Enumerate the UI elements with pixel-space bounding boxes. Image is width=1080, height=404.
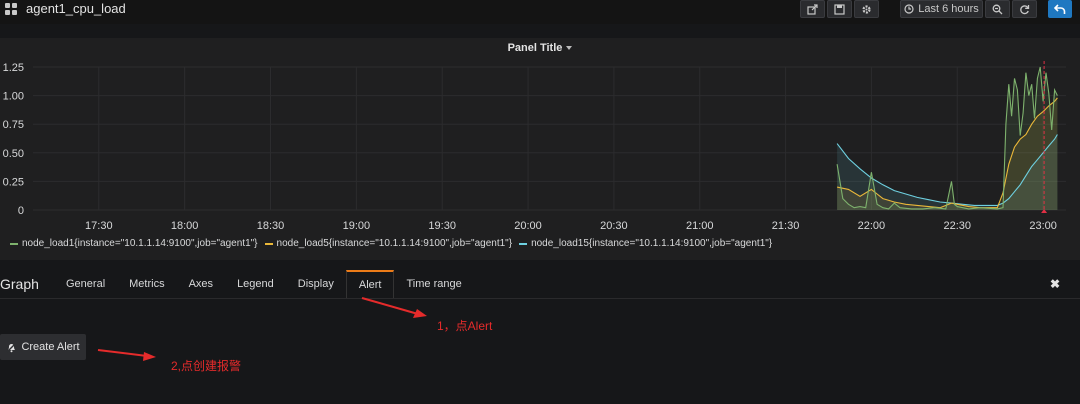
legend-swatch: [519, 242, 528, 245]
y-tick-label: 1.00: [3, 91, 24, 103]
dashboard-grid-icon[interactable]: [5, 3, 18, 16]
clock-icon: [904, 4, 914, 14]
legend-label: node_load15{instance="10.1.1.14:9100",jo…: [531, 238, 773, 249]
legend-item[interactable]: node_load1{instance="10.1.1.14:9100",job…: [10, 238, 258, 249]
editor-tabs: General Metrics Axes Legend Display Alert Time…: [54, 270, 474, 299]
create-alert-button[interactable]: Create Alert: [0, 334, 86, 360]
tab-metrics[interactable]: Metrics: [117, 270, 176, 299]
settings-button[interactable]: [854, 0, 879, 18]
y-tick-label: 0.50: [3, 148, 24, 160]
legend-swatch: [10, 242, 18, 245]
x-tick-label: 23:00: [1029, 220, 1057, 232]
time-range-label: Last 6 hours: [918, 3, 979, 15]
annotation-arrowhead-1: [413, 309, 427, 318]
x-tick-label: 18:00: [171, 220, 199, 232]
bell-icon: [6, 342, 17, 352]
legend-item[interactable]: node_load5{instance="10.1.1.14:9100",job…: [264, 238, 513, 249]
annotation-arrow-2: [97, 349, 148, 357]
tab-axes[interactable]: Axes: [177, 270, 225, 299]
legend-label: node_load1{instance="10.1.1.14:9100",job…: [22, 238, 258, 249]
y-tick-label: 0.25: [3, 176, 24, 188]
x-tick-label: 20:30: [600, 220, 628, 232]
graph-panel: Panel Title 0 0.25 0.50 0.75 1.00 1.25 17:30 18…: [0, 38, 1080, 260]
gear-icon: [862, 4, 871, 14]
dashboard-title[interactable]: agent1_cpu_load: [26, 1, 126, 16]
annotation-step-2: 2,点创建报警: [171, 359, 242, 373]
share-icon: [807, 3, 818, 15]
y-tick-label: 0: [18, 205, 24, 217]
x-tick-label: 21:30: [772, 220, 800, 232]
refresh-icon: [1020, 4, 1030, 14]
tab-time-range[interactable]: Time range: [394, 270, 473, 299]
legend-item[interactable]: node_load15{instance="10.1.1.14:9100",jo…: [519, 238, 772, 249]
zoom-out-icon: [992, 4, 1003, 14]
legend-swatch: [264, 242, 273, 245]
annotation-arrowhead-2: [143, 352, 156, 361]
tab-legend[interactable]: Legend: [225, 270, 286, 299]
chart-legend: node_load1{instance="10.1.1.14:9100",job…: [10, 238, 779, 249]
back-arrow-icon: [1054, 3, 1066, 14]
tab-divider: [0, 298, 1080, 299]
x-tick-label: 19:30: [428, 220, 456, 232]
refresh-button[interactable]: [1012, 0, 1037, 18]
top-navbar: agent1_cpu_load Last 6 hours: [0, 0, 1080, 24]
annotation-step-1: 1，点Alert: [437, 319, 493, 333]
x-tick-label: 20:00: [514, 220, 542, 232]
save-icon: [834, 3, 845, 15]
save-button[interactable]: [827, 0, 852, 18]
x-tick-label: 21:00: [686, 220, 714, 232]
tab-general[interactable]: General: [54, 270, 117, 299]
share-button[interactable]: [800, 0, 825, 18]
tab-alert[interactable]: Alert: [345, 270, 395, 299]
editor-title: Graph: [0, 276, 39, 292]
legend-label: node_load5{instance="10.1.1.14:9100",job…: [276, 238, 513, 249]
x-tick-label: 19:00: [343, 220, 371, 232]
annotation-arrow-1: [361, 297, 419, 315]
zoom-out-button[interactable]: [985, 0, 1010, 18]
x-tick-label: 22:00: [858, 220, 886, 232]
y-tick-label: 1.25: [3, 62, 24, 74]
y-tick-label: 0.75: [3, 119, 24, 131]
cpu-load-chart[interactable]: 0 0.25 0.50 0.75 1.00 1.25 17:30 18:00 18:30 19:0…: [0, 38, 1080, 238]
x-tick-label: 22:30: [943, 220, 971, 232]
back-to-dashboard-button[interactable]: [1048, 0, 1072, 18]
tab-display[interactable]: Display: [286, 270, 346, 299]
time-range-picker[interactable]: Last 6 hours: [900, 0, 983, 18]
close-icon[interactable]: ✖: [1050, 277, 1060, 291]
create-alert-label: Create Alert: [21, 341, 80, 353]
x-tick-label: 17:30: [85, 220, 113, 232]
x-tick-label: 18:30: [257, 220, 285, 232]
